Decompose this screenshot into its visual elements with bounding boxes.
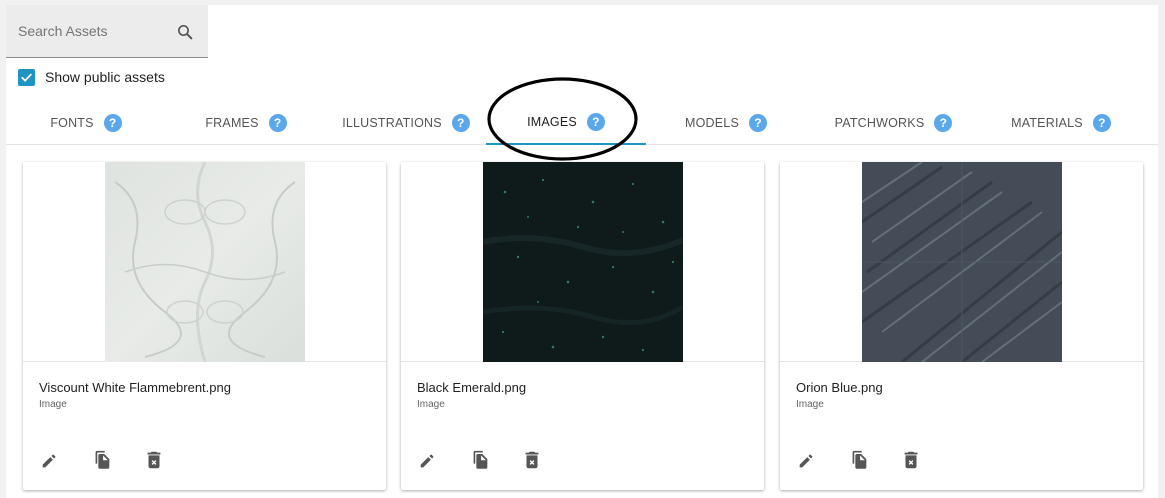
help-icon[interactable]: ? [1092,113,1111,132]
asset-type: Image [39,399,67,410]
duplicate-button[interactable] [469,448,521,472]
card-media [401,162,764,362]
asset-title: Black Emerald.png [417,380,527,395]
asset-card[interactable]: Black Emerald.png Image [401,162,764,490]
help-icon[interactable]: ? [268,113,287,132]
delete-icon [525,451,539,469]
show-public-assets-label: Show public assets [45,69,165,85]
tab-images[interactable]: IMAGES ? [486,100,646,145]
edit-button[interactable] [796,448,848,472]
delete-icon [147,451,161,469]
copy-icon [95,450,110,469]
edit-button[interactable] [39,448,91,472]
asset-thumbnail[interactable] [862,162,1062,362]
asset-type-tabs: FONTS ? FRAMES ? ILLUSTRATIONS ? IMAGES … [6,100,1158,145]
show-public-assets-checkbox[interactable] [18,68,35,86]
pencil-icon [799,454,813,468]
edit-button[interactable] [417,448,469,472]
asset-thumbnail[interactable] [105,162,305,362]
tab-models[interactable]: MODELS ? [646,100,806,145]
delete-icon [904,451,918,469]
tab-illustrations[interactable]: ILLUSTRATIONS ? [326,100,486,145]
asset-card[interactable]: Viscount White Flammebrent.png Image [23,162,386,490]
asset-card[interactable]: Orion Blue.png Image [780,162,1143,490]
card-actions [39,448,195,472]
help-icon[interactable]: ? [586,112,605,131]
copy-icon [473,450,488,469]
search-icon[interactable] [176,23,194,41]
card-actions [796,448,952,472]
asset-title: Viscount White Flammebrent.png [39,380,231,395]
help-icon[interactable]: ? [451,113,470,132]
asset-thumbnail[interactable] [483,162,683,362]
search-input[interactable] [18,5,168,57]
delete-button[interactable] [143,448,195,472]
tab-label: ILLUSTRATIONS [342,115,442,130]
tab-fonts[interactable]: FONTS ? [6,100,166,145]
card-media [780,162,1143,362]
show-public-assets-toggle[interactable]: Show public assets [18,67,165,87]
help-icon[interactable]: ? [749,113,767,132]
tab-label: PATCHWORKS [834,115,925,130]
search-box [6,5,208,58]
asset-type: Image [417,399,445,410]
tab-frames[interactable]: FRAMES ? [166,100,326,145]
asset-title: Orion Blue.png [796,380,883,395]
tab-materials[interactable]: MATERIALS ? [981,100,1141,145]
card-media [23,162,386,362]
duplicate-button[interactable] [848,448,900,472]
tab-patchworks[interactable]: PATCHWORKS ? [806,100,981,145]
card-actions [417,448,573,472]
tab-label: FONTS [50,115,94,130]
pencil-icon [420,454,434,468]
tab-label: IMAGES [527,114,577,129]
check-icon [21,73,32,82]
asset-type: Image [796,399,824,410]
copy-icon [852,450,867,469]
help-icon[interactable]: ? [934,113,953,132]
tab-label: MATERIALS [1011,115,1083,130]
tab-label: MODELS [685,115,739,130]
help-icon[interactable]: ? [103,113,122,132]
duplicate-button[interactable] [91,448,143,472]
asset-panel: Show public assets FONTS ? FRAMES ? ILLU… [6,5,1158,498]
delete-button[interactable] [521,448,573,472]
pencil-icon [42,454,56,468]
delete-button[interactable] [900,448,952,472]
tab-label: FRAMES [205,115,259,130]
